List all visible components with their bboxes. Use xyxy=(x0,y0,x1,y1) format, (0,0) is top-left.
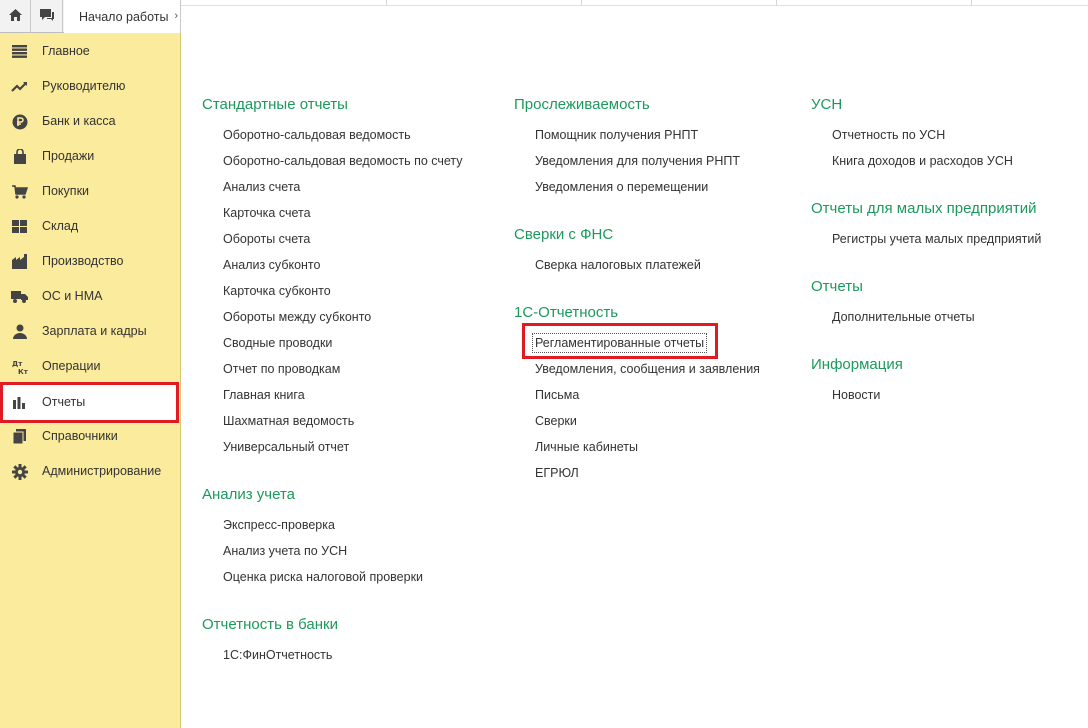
link-fin-reporting[interactable]: 1С:ФинОтчетность xyxy=(223,648,332,662)
link-subconto-card[interactable]: Карточка субконто xyxy=(223,284,331,298)
link-trial-balance-by-account[interactable]: Оборотно-сальдовая ведомость по счету xyxy=(223,154,463,168)
link-news[interactable]: Новости xyxy=(832,388,880,402)
sidebar-item-bank-cash[interactable]: Банк и касса xyxy=(0,104,180,139)
link-chess-statement[interactable]: Шахматная ведомость xyxy=(223,414,354,428)
sidebar-item-fixed-assets[interactable]: ОС и НМА xyxy=(0,279,180,314)
link-entries-report[interactable]: Отчет по проводкам xyxy=(223,362,340,376)
sidebar-item-label: Руководителю xyxy=(42,79,126,93)
start-page-tab-label: Начало работы xyxy=(79,9,169,24)
home-icon xyxy=(8,8,23,25)
sidebar-item-sales[interactable]: Продажи xyxy=(0,139,180,174)
link-tax-audit-risk[interactable]: Оценка риска налоговой проверки xyxy=(223,570,423,584)
sidebar-item-label: Покупки xyxy=(42,184,90,198)
chevron-right-icon: › xyxy=(174,10,178,22)
sidebar-item-directories[interactable]: Справочники xyxy=(0,419,180,454)
sidebar-item-label: Главное xyxy=(42,44,90,58)
debit-credit-icon: Дт Кт xyxy=(11,358,28,375)
section-title-1c-reporting: 1С-Отчетность xyxy=(514,304,619,321)
warehouse-grid-icon xyxy=(11,218,28,235)
svg-text:Кт: Кт xyxy=(18,368,28,375)
link-movement-notifications[interactable]: Уведомления о перемещении xyxy=(535,180,708,194)
link-additional-reports[interactable]: Дополнительные отчеты xyxy=(832,310,975,324)
truck-icon xyxy=(11,288,28,305)
section-title-fns-reconciliation: Сверки с ФНС xyxy=(514,226,614,243)
books-icon xyxy=(11,428,28,445)
link-usn-reporting[interactable]: Отчетность по УСН xyxy=(832,128,945,142)
link-general-ledger[interactable]: Главная книга xyxy=(223,388,305,402)
link-regulated-reports[interactable]: Регламентированные отчеты xyxy=(531,333,708,353)
link-personal-accounts[interactable]: Личные кабинеты xyxy=(535,440,638,454)
sidebar-item-reports[interactable]: Отчеты xyxy=(0,382,179,423)
link-reconciliations[interactable]: Сверки xyxy=(535,414,577,428)
sidebar: Главное Руководителю Банк и касса Продаж… xyxy=(0,33,181,728)
link-account-turnover[interactable]: Обороты счета xyxy=(223,232,310,246)
person-icon xyxy=(11,323,28,340)
top-strip xyxy=(181,0,1088,6)
link-universal-report[interactable]: Универсальный отчет xyxy=(223,440,349,454)
factory-icon xyxy=(11,253,28,270)
sidebar-item-director[interactable]: Руководителю xyxy=(0,69,180,104)
link-turnover-between-subconto[interactable]: Обороты между субконто xyxy=(223,310,371,324)
link-notifications-messages[interactable]: Уведомления, сообщения и заявления xyxy=(535,362,760,376)
sidebar-item-warehouse[interactable]: Склад xyxy=(0,209,180,244)
cart-icon xyxy=(11,183,28,200)
start-page-tab[interactable]: Начало работы › xyxy=(64,0,181,33)
link-income-expense-book[interactable]: Книга доходов и расходов УСН xyxy=(832,154,1013,168)
link-small-business-registers[interactable]: Регистры учета малых предприятий xyxy=(832,232,1041,246)
shopping-bag-icon xyxy=(11,148,28,165)
trend-up-icon xyxy=(11,78,28,95)
link-letters[interactable]: Письма xyxy=(535,388,579,402)
sidebar-item-operations[interactable]: Дт Кт Операции xyxy=(0,349,180,384)
sidebar-item-label: ОС и НМА xyxy=(42,289,103,303)
sidebar-item-label: Склад xyxy=(42,219,79,233)
link-usn-analysis[interactable]: Анализ учета по УСН xyxy=(223,544,347,558)
section-title-usn: УСН xyxy=(811,96,843,113)
section-title-reports: Отчеты xyxy=(811,278,863,295)
section-title-small-business: Отчеты для малых предприятий xyxy=(811,200,1037,217)
sidebar-item-label: Справочники xyxy=(42,429,118,443)
gear-icon xyxy=(11,463,28,480)
section-title-accounting-analysis: Анализ учета xyxy=(202,486,296,503)
link-subconto-analysis[interactable]: Анализ субконто xyxy=(223,258,320,272)
link-account-analysis[interactable]: Анализ счета xyxy=(223,180,300,194)
link-express-check[interactable]: Экспресс-проверка xyxy=(223,518,335,532)
link-tax-payments-reconciliation[interactable]: Сверка налоговых платежей xyxy=(535,258,701,272)
link-egrul[interactable]: ЕГРЮЛ xyxy=(535,466,579,480)
menu-icon xyxy=(11,43,28,60)
section-title-info: Информация xyxy=(811,356,903,373)
link-trial-balance[interactable]: Оборотно-сальдовая ведомость xyxy=(223,128,411,142)
svg-text:Дт: Дт xyxy=(12,360,23,368)
messages-button[interactable] xyxy=(32,0,63,33)
sidebar-item-label: Производство xyxy=(42,254,124,268)
sidebar-item-label: Банк и касса xyxy=(42,114,116,128)
bar-chart-icon xyxy=(11,394,28,411)
sidebar-item-label: Продажи xyxy=(42,149,95,163)
link-rnpt-notifications[interactable]: Уведомления для получения РНПТ xyxy=(535,154,740,168)
sidebar-item-production[interactable]: Производство xyxy=(0,244,180,279)
sidebar-item-label: Администрирование xyxy=(42,464,162,478)
link-account-card[interactable]: Карточка счета xyxy=(223,206,311,220)
messages-icon xyxy=(39,8,55,25)
sidebar-item-main[interactable]: Главное xyxy=(0,34,180,69)
home-button[interactable] xyxy=(0,0,31,33)
sidebar-item-label: Операции xyxy=(42,359,101,373)
ruble-coin-icon xyxy=(11,113,28,130)
section-title-standard-reports: Стандартные отчеты xyxy=(202,96,348,113)
section-title-traceability: Прослеживаемость xyxy=(514,96,650,113)
sidebar-item-label: Отчеты xyxy=(42,395,86,409)
sidebar-item-purchases[interactable]: Покупки xyxy=(0,174,180,209)
sidebar-item-label: Зарплата и кадры xyxy=(42,324,147,338)
top-toolbar: Начало работы › xyxy=(0,0,181,33)
sidebar-item-administration[interactable]: Администрирование xyxy=(0,454,180,489)
link-summary-entries[interactable]: Сводные проводки xyxy=(223,336,332,350)
sidebar-item-salary-hr[interactable]: Зарплата и кадры xyxy=(0,314,180,349)
section-title-bank-reporting: Отчетность в банки xyxy=(202,616,338,633)
link-rnpt-assistant[interactable]: Помощник получения РНПТ xyxy=(535,128,698,142)
